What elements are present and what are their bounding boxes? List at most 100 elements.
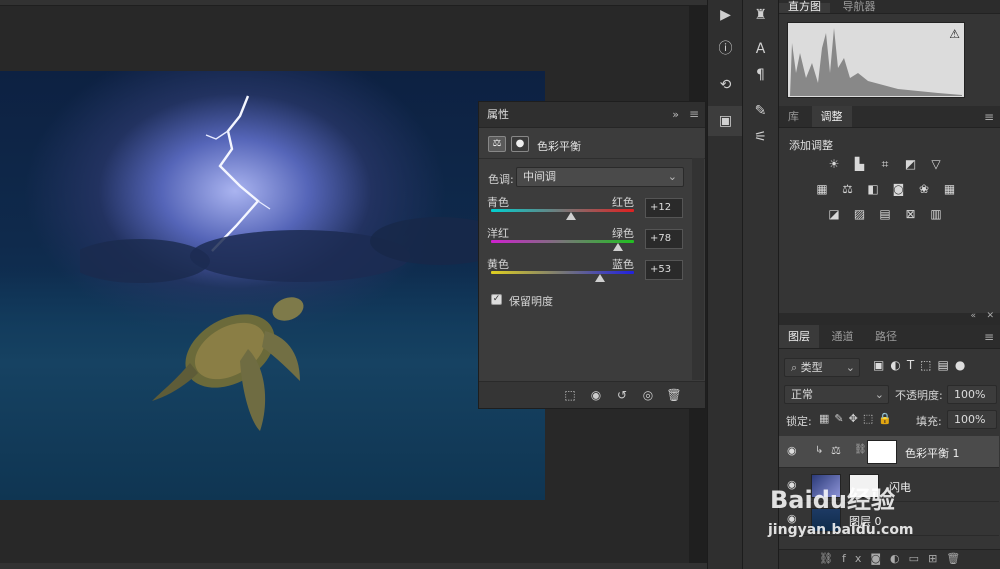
view-previous-icon[interactable]: ◉ [585, 386, 607, 404]
brightness-icon[interactable]: ☀ [825, 157, 843, 171]
play-icon[interactable]: ▶ [708, 0, 743, 30]
tone-select[interactable]: 中间调 ⌄ [516, 167, 684, 187]
visibility-eye-icon[interactable]: ◎ [637, 386, 659, 404]
history-icon[interactable]: ⟲ [708, 70, 743, 100]
filter-toggle-icon[interactable]: ● [955, 358, 971, 372]
histogram-tabbar: 直方图 导航器 [779, 0, 1000, 14]
tab-paths[interactable]: 路径 [866, 325, 906, 348]
slider-left-label: 青色 [487, 196, 509, 209]
layer-row[interactable]: ◉ ↳ ⚖ ⛓ 色彩平衡 1 [779, 436, 999, 468]
adjustment-header: ⚖ ● 色彩平衡 [479, 129, 705, 159]
layer-mask-thumbnail[interactable] [867, 440, 897, 464]
slider-thumb[interactable] [566, 212, 577, 220]
mask-icon[interactable]: ◙ [870, 552, 890, 565]
gradient-map-icon[interactable]: ▥ [927, 207, 945, 221]
clip-to-layer-icon[interactable]: ⬚ [559, 386, 581, 404]
slider-value-input[interactable]: +78 [645, 229, 683, 249]
properties-scrollbar[interactable] [692, 158, 704, 380]
photo-filter-icon[interactable]: ◙ [890, 182, 908, 196]
slider-thumb[interactable] [595, 274, 606, 282]
slider-track[interactable] [491, 209, 634, 212]
slider-value-input[interactable]: +53 [645, 260, 683, 280]
tab-adjustments[interactable]: 调整 [811, 106, 852, 127]
new-layer-icon[interactable]: ⊞ [928, 552, 946, 565]
tone-label: 色调: [488, 173, 514, 186]
tab-navigator[interactable]: 导航器 [834, 1, 885, 13]
adjustment-filter-icon[interactable]: ◐ [890, 358, 906, 372]
add-adjustment-heading: 添加调整 [789, 139, 833, 152]
lock-label: 锁定: [786, 415, 812, 428]
tab-histogram[interactable]: 直方图 [779, 1, 830, 13]
trash-icon[interactable]: 🗑 [946, 552, 969, 565]
type-filter-icon[interactable]: T [907, 358, 920, 372]
double-chevron-icon[interactable]: » [672, 108, 679, 121]
lock-artboard-icon[interactable]: ⬚ [863, 412, 878, 425]
pixel-filter-icon[interactable]: ▣ [873, 358, 890, 372]
shape-filter-icon[interactable]: ⬚ [920, 358, 937, 372]
properties-icon[interactable]: ▣ [708, 106, 743, 136]
link-icon[interactable]: ⛓ [854, 444, 867, 455]
lock-transparent-icon[interactable]: ▦ [819, 412, 834, 425]
menu-icon[interactable]: ≡ [689, 107, 699, 121]
layer-name[interactable]: 色彩平衡 1 [905, 445, 960, 461]
histogram-chart: ⚠ [787, 22, 965, 98]
fx-icon[interactable]: fx [842, 552, 870, 565]
preserve-luminosity-checkbox[interactable]: ✓ [491, 294, 502, 305]
channel-mixer-icon[interactable]: ❀ [915, 182, 933, 196]
slider-track[interactable] [491, 271, 634, 274]
storm-clouds [80, 217, 500, 283]
status-strip [0, 563, 707, 569]
posterize-icon[interactable]: ▨ [851, 207, 869, 221]
fill-input[interactable]: 100% [947, 410, 997, 429]
adjustment-icon[interactable]: ◐ [890, 552, 909, 565]
tab-properties[interactable]: 属性 [479, 102, 517, 128]
adjustment-name: 色彩平衡 [537, 140, 581, 153]
folder-icon[interactable]: ▭ [909, 552, 928, 565]
fill-value: 100% [954, 413, 986, 426]
menu-icon[interactable]: ≡ [984, 330, 994, 344]
tab-layers[interactable]: 图层 [779, 325, 819, 348]
black-white-icon[interactable]: ◧ [864, 182, 882, 196]
close-icon[interactable]: ✕ [986, 311, 994, 321]
curves-icon[interactable]: ⌗ [876, 157, 894, 171]
menu-icon[interactable]: ≡ [984, 110, 994, 124]
slider-left-label: 黄色 [487, 258, 509, 271]
tab-library[interactable]: 库 [779, 106, 808, 127]
info-icon[interactable]: ⓘ [708, 34, 743, 64]
lock-all-icon[interactable]: 🔒 [878, 412, 897, 425]
collapse-icon[interactable]: « [970, 311, 976, 321]
paragraph-icon[interactable]: ¶ [743, 60, 778, 90]
tone-value: 中间调 [523, 170, 556, 183]
layer-filter-select[interactable]: ⌕ 类型 ⌄ [784, 358, 860, 377]
levels-icon[interactable]: ▙ [851, 157, 869, 171]
delete-icon[interactable]: 🗑 [663, 386, 685, 404]
lock-pixels-icon[interactable]: ✎ [834, 412, 848, 425]
reset-icon[interactable]: ↺ [611, 386, 633, 404]
slider-thumb[interactable] [613, 243, 624, 251]
blend-mode-select[interactable]: 正常 ⌄ [784, 385, 889, 404]
slider-right-label: 蓝色 [612, 258, 634, 271]
hue-saturation-icon[interactable]: ▦ [813, 182, 831, 196]
visibility-eye-icon[interactable]: ◉ [787, 444, 797, 457]
selective-color-icon[interactable]: ⊠ [902, 207, 920, 221]
exposure-icon[interactable]: ◩ [902, 157, 920, 171]
opacity-value: 100% [954, 388, 986, 401]
vibrance-icon[interactable]: ▽ [927, 157, 945, 171]
invert-icon[interactable]: ◪ [825, 207, 843, 221]
opacity-input[interactable]: 100% [947, 385, 997, 404]
threshold-icon[interactable]: ▤ [876, 207, 894, 221]
lock-position-icon[interactable]: ✥ [849, 412, 863, 425]
adjust-icon[interactable]: ⚟ [743, 122, 778, 152]
link-icon[interactable]: ⛓ [819, 552, 842, 565]
slider-value-input[interactable]: +12 [645, 198, 683, 218]
document-image[interactable] [0, 71, 545, 500]
color-lookup-icon[interactable]: ▦ [941, 182, 959, 196]
color-balance-icon[interactable]: ⚖ [839, 182, 857, 196]
tab-channels[interactable]: 通道 [823, 325, 863, 348]
smart-filter-icon[interactable]: ▤ [938, 358, 955, 372]
search-icon: ⌕ [791, 361, 801, 374]
stamp-icon[interactable]: ♜ [743, 0, 778, 30]
panel-collapse-bar[interactable]: « ✕ [779, 311, 1000, 325]
warning-icon[interactable]: ⚠ [949, 27, 960, 41]
layer-mask-icon[interactable]: ● [511, 136, 529, 152]
